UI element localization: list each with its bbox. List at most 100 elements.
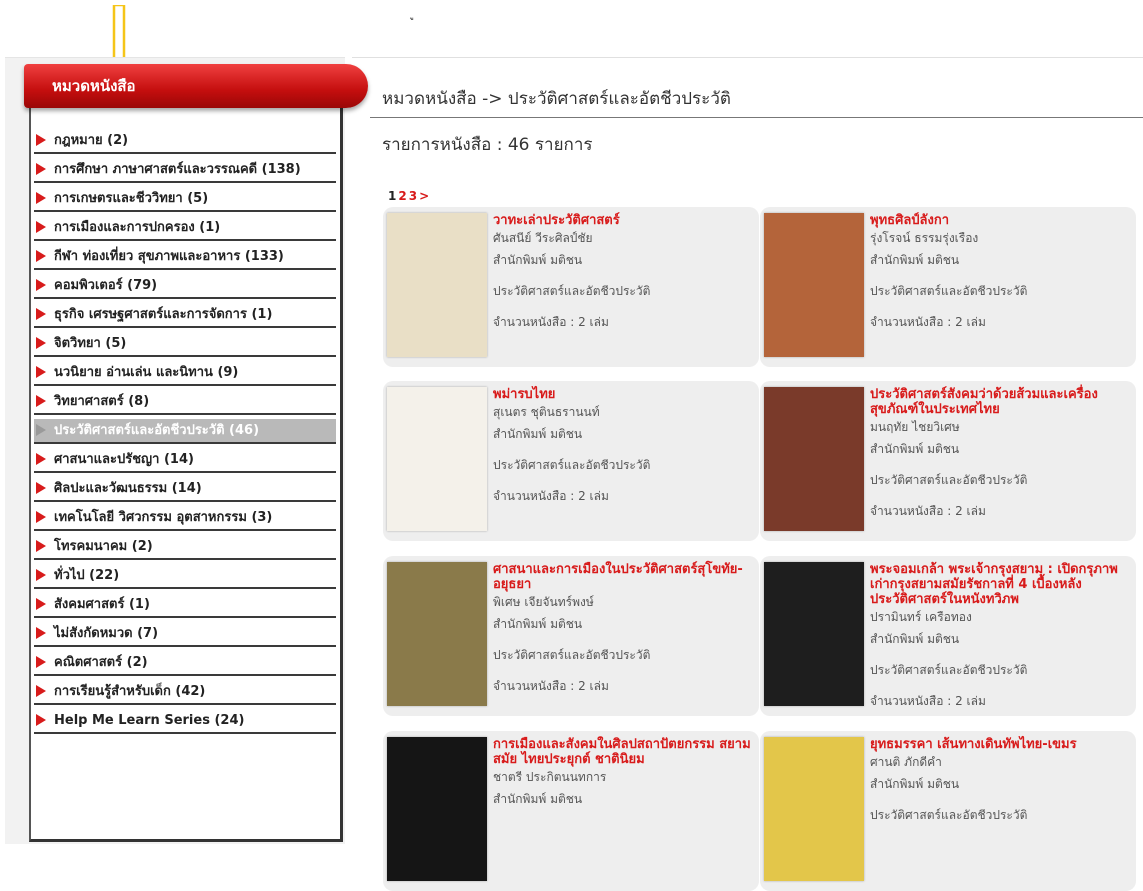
category-header: หมวดหนังสือ — [24, 64, 368, 108]
book-info: การเมืองและสังคมในศิลปสถาปัตยกรรม สยามสม… — [493, 737, 753, 822]
category-item[interactable]: สังคมศาสตร์ (1) — [34, 593, 336, 618]
triangle-bullet-icon — [36, 424, 46, 436]
category-item[interactable]: คณิตศาสตร์ (2) — [34, 651, 336, 676]
book-cover-image[interactable] — [764, 213, 864, 357]
book-cover-image[interactable] — [387, 213, 487, 357]
category-item[interactable]: Help Me Learn Series (24) — [34, 709, 336, 734]
book-card[interactable]: ประวัติศาสตร์สังคมว่าด้วยส้วมและเครื่องส… — [760, 381, 1136, 541]
result-count: รายการหนังสือ : 46 รายการ — [382, 135, 593, 155]
category-item[interactable]: คอมพิวเตอร์ (79) — [34, 274, 336, 299]
book-quantity: จำนวนหนังสือ : 2 เล่ม — [493, 489, 609, 503]
book-category: ประวัติศาสตร์และอัตชีวประวัติ — [493, 458, 651, 472]
page-current[interactable]: 1 — [388, 189, 396, 203]
triangle-bullet-icon — [36, 598, 46, 610]
triangle-bullet-icon — [36, 163, 46, 175]
book-title[interactable]: วาทะเล่าประวัติศาสตร์ — [493, 213, 753, 228]
triangle-bullet-icon — [36, 250, 46, 262]
book-quantity: จำนวนหนังสือ : 2 เล่ม — [870, 315, 986, 329]
book-title[interactable]: พม่ารบไทย — [493, 387, 753, 402]
category-item[interactable]: เทคโนโลยี วิศวกรรม อุตสาหกรรม (3) — [34, 506, 336, 531]
book-info: พม่ารบไทย สุเนตร ชุตินธรานนท์ สำนักพิมพ์ ม… — [493, 387, 753, 519]
book-title[interactable]: พุทธศิลป์ลังกา — [870, 213, 1130, 228]
book-author: ปรามินทร์ เครือทอง — [870, 610, 972, 624]
category-label: นวนิยาย อ่านเล่น และนิทาน (9) — [54, 365, 239, 380]
book-cover-image[interactable] — [764, 737, 864, 881]
category-item[interactable]: โทรคมนาคม (2) — [34, 535, 336, 560]
category-label: กฎหมาย (2) — [54, 133, 129, 148]
category-item[interactable]: การศึกษา ภาษาศาสตร์และวรรณคดี (138) — [34, 158, 336, 183]
triangle-bullet-icon — [36, 221, 46, 233]
category-item[interactable]: ศิลปะและวัฒนธรรม (14) — [34, 477, 336, 502]
divider — [370, 117, 1143, 118]
category-label: ทั่วไป (22) — [54, 568, 120, 583]
category-item[interactable]: การเมืองและการปกครอง (1) — [34, 216, 336, 241]
category-label: คณิตศาสตร์ (2) — [54, 655, 148, 670]
book-cover-image[interactable] — [764, 387, 864, 531]
book-card[interactable]: วาทะเล่าประวัติศาสตร์ศันสนีย์ วีระศิลป์ช… — [383, 207, 759, 367]
book-title[interactable]: การเมืองและสังคมในศิลปสถาปัตยกรรม สยามสม… — [493, 737, 753, 767]
book-cover-image[interactable] — [387, 737, 487, 881]
page-link[interactable]: > — [419, 189, 429, 203]
category-label: สังคมศาสตร์ (1) — [54, 597, 150, 612]
category-label: วิทยาศาสตร์ (8) — [54, 394, 150, 409]
category-label: ประวัติศาสตร์และอัตชีวประวัติ (46) — [54, 423, 260, 438]
category-item[interactable]: ไม่สังกัดหมวด (7) — [34, 622, 336, 647]
page-link[interactable]: 3 — [409, 189, 417, 203]
book-card[interactable]: ยุทธมรรคา เส้นทางเดินทัพไทย-เขมร ศานติ ภั… — [760, 731, 1136, 891]
page-link[interactable]: 2 — [398, 189, 406, 203]
breadcrumb: หมวดหนังสือ -> ประวัติศาสตร์และอัตชีวประ… — [382, 89, 731, 109]
book-info: พุทธศิลป์ลังการุ่งโรจน์ ธรรมรุ่งเรืองสำน… — [870, 213, 1130, 345]
book-quantity: จำนวนหนังสือ : 2 เล่ม — [870, 694, 986, 708]
book-info: ประวัติศาสตร์สังคมว่าด้วยส้วมและเครื่องส… — [870, 387, 1130, 534]
book-cover-image[interactable] — [387, 387, 487, 531]
book-card[interactable]: พม่ารบไทย สุเนตร ชุตินธรานนท์ สำนักพิมพ์ ม… — [383, 381, 759, 541]
book-title[interactable]: ยุทธมรรคา เส้นทางเดินทัพไทย-เขมร — [870, 737, 1130, 752]
category-label: กีฬา ท่องเที่ยว สุขภาพและอาหาร (133) — [54, 249, 284, 264]
book-quantity: จำนวนหนังสือ : 2 เล่ม — [870, 504, 986, 518]
category-label: ไม่สังกัดหมวด (7) — [54, 626, 159, 641]
book-cover-image[interactable] — [764, 562, 864, 706]
pagination: 1 2 3 > — [388, 189, 431, 203]
category-item[interactable]: ทั่วไป (22) — [34, 564, 336, 589]
book-cover-image[interactable] — [387, 562, 487, 706]
book-publisher: สำนักพิมพ์ มติชน — [493, 617, 583, 631]
book-title[interactable]: ศาสนาและการเมืองในประวัติศาสตร์สุโขทัย-อ… — [493, 562, 753, 592]
category-label: การศึกษา ภาษาศาสตร์และวรรณคดี (138) — [54, 162, 301, 177]
book-info: ศาสนาและการเมืองในประวัติศาสตร์สุโขทัย-อ… — [493, 562, 753, 709]
category-item[interactable]: นวนิยาย อ่านเล่น และนิทาน (9) — [34, 361, 336, 386]
triangle-bullet-icon — [36, 453, 46, 465]
book-title[interactable]: ประวัติศาสตร์สังคมว่าด้วยส้วมและเครื่องส… — [870, 387, 1130, 417]
triangle-bullet-icon — [36, 366, 46, 378]
book-card[interactable]: พระจอมเกล้า พระเจ้ากรุงสยาม : เปิดกรุภาพ… — [760, 556, 1136, 716]
triangle-bullet-icon — [36, 279, 46, 291]
book-category: ประวัติศาสตร์และอัตชีวประวัติ — [870, 808, 1028, 822]
top-border — [352, 57, 1143, 58]
book-category: ประวัติศาสตร์และอัตชีวประวัติ — [870, 473, 1028, 487]
category-item[interactable]: ศาสนาและปรัชญา (14) — [34, 448, 336, 473]
triangle-bullet-icon — [36, 685, 46, 697]
book-publisher: สำนักพิมพ์ มติชน — [493, 427, 583, 441]
book-info: ยุทธมรรคา เส้นทางเดินทัพไทย-เขมร ศานติ ภั… — [870, 737, 1130, 838]
book-card[interactable]: ศาสนาและการเมืองในประวัติศาสตร์สุโขทัย-อ… — [383, 556, 759, 716]
book-category: ประวัติศาสตร์และอัตชีวประวัติ — [493, 648, 651, 662]
category-item[interactable]: ประวัติศาสตร์และอัตชีวประวัติ (46) — [34, 419, 336, 444]
book-card[interactable]: พุทธศิลป์ลังการุ่งโรจน์ ธรรมรุ่งเรืองสำน… — [760, 207, 1136, 367]
category-item[interactable]: การเกษตรและชีววิทยา (5) — [34, 187, 336, 212]
book-card[interactable]: การเมืองและสังคมในศิลปสถาปัตยกรรม สยามสม… — [383, 731, 759, 891]
book-publisher: สำนักพิมพ์ มติชน — [870, 253, 960, 267]
category-item[interactable]: กีฬา ท่องเที่ยว สุขภาพและอาหาร (133) — [34, 245, 336, 270]
triangle-bullet-icon — [36, 569, 46, 581]
book-author: พิเศษ เจียจันทร์พงษ์ — [493, 595, 594, 609]
category-item[interactable]: กฎหมาย (2) — [34, 129, 336, 154]
category-item[interactable]: จิตวิทยา (5) — [34, 332, 336, 357]
category-label: การเรียนรู้สำหรับเด็ก (42) — [54, 684, 206, 699]
category-item[interactable]: การเรียนรู้สำหรับเด็ก (42) — [34, 680, 336, 705]
book-author: รุ่งโรจน์ ธรรมรุ่งเรือง — [870, 231, 979, 245]
book-category: ประวัติศาสตร์และอัตชีวประวัติ — [870, 284, 1028, 298]
book-info: พระจอมเกล้า พระเจ้ากรุงสยาม : เปิดกรุภาพ… — [870, 562, 1130, 716]
category-label: คอมพิวเตอร์ (79) — [54, 278, 158, 293]
book-title[interactable]: พระจอมเกล้า พระเจ้ากรุงสยาม : เปิดกรุภาพ… — [870, 562, 1130, 607]
category-item[interactable]: วิทยาศาสตร์ (8) — [34, 390, 336, 415]
book-author: ศันสนีย์ วีระศิลป์ชัย — [493, 231, 593, 245]
category-item[interactable]: ธุรกิจ เศรษฐศาสตร์และการจัดการ (1) — [34, 303, 336, 328]
